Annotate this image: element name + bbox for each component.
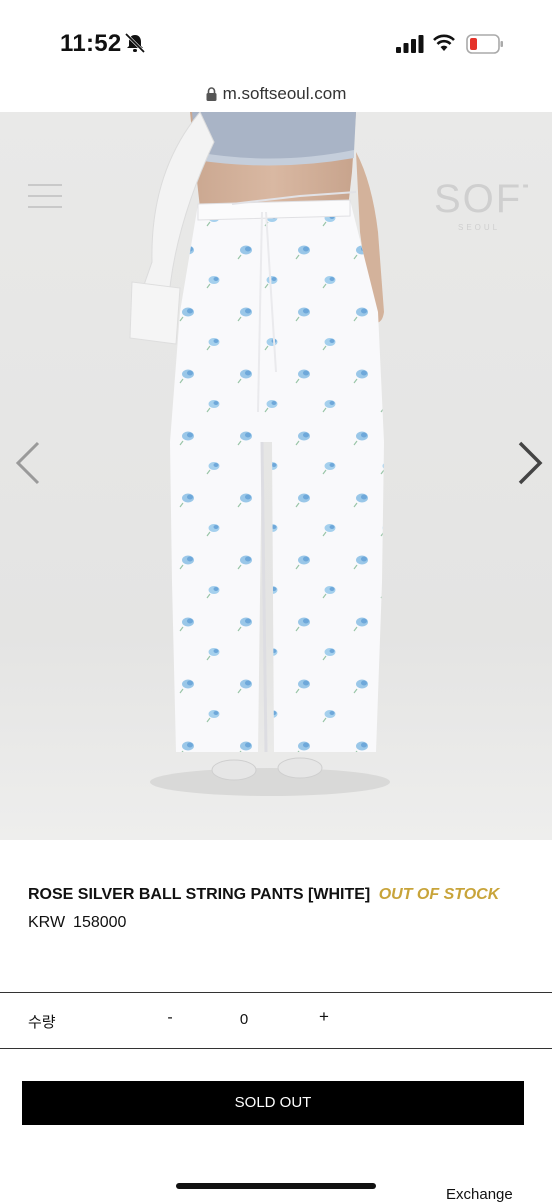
quantity-label: 수량 [28,1014,56,1031]
cellular-signal-icon [396,35,424,53]
price-row: KRW 158000 [28,914,126,932]
currency: KRW [28,914,66,931]
stock-status-badge: OUT OF STOCK [378,886,500,903]
chevron-left-icon[interactable] [10,438,46,488]
wifi-icon [433,34,455,51]
status-bar: 11:52 [0,0,552,86]
quantity-value[interactable]: 0 [232,1011,256,1028]
divider [0,1048,552,1049]
battery-low-icon [466,34,503,54]
quantity-increase-button[interactable]: + [314,1007,334,1027]
bell-muted-icon [124,32,146,54]
brand-logo[interactable]: SOFT SEOUL [432,172,528,236]
chevron-right-icon[interactable] [512,438,548,488]
product-image-carousel[interactable]: SOFT SEOUL [0,112,552,840]
status-time: 11:52 [60,30,122,57]
url-domain: m.softseoul.com [222,84,347,103]
svg-text:SEOUL: SEOUL [458,223,500,232]
lock-icon [206,87,217,101]
menu-icon[interactable] [28,182,62,210]
product-title-row: ROSE SILVER BALL STRING PANTS [WHITE] OU… [28,886,499,904]
svg-text:SOFT: SOFT [434,177,528,221]
product-title: ROSE SILVER BALL STRING PANTS [WHITE] [28,886,371,903]
sold-out-button[interactable]: SOLD OUT [22,1081,524,1125]
url-bar[interactable]: m.softseoul.com [0,84,552,112]
quantity-decrease-button[interactable]: - [160,1009,180,1027]
exchange-link[interactable]: Exchange [446,1186,513,1203]
price-value: 158000 [73,914,127,931]
home-indicator [176,1183,376,1189]
quantity-row: 수량 - 0 + [0,993,552,1047]
